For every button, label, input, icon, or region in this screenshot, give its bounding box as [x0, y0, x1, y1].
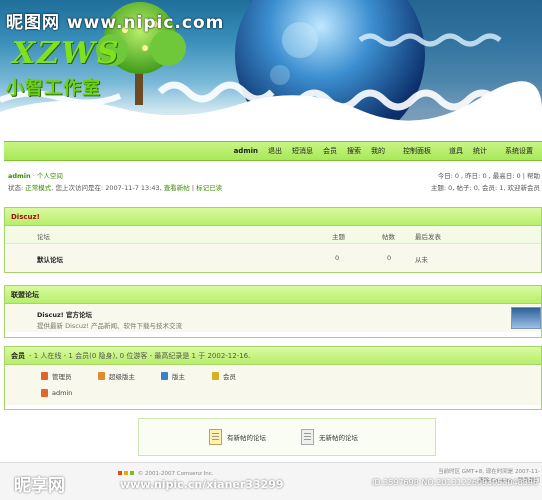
members-header: 会员 - 1 人在线 - 1 会员(0 隐身), 0 位游客 - 最高纪录是 1…: [5, 347, 541, 365]
legend-new-posts: 有新帖的论坛: [209, 429, 266, 445]
nav-messages[interactable]: 短消息: [287, 146, 318, 156]
league-item: Discuz! 官方论坛 提供最新 Discuz! 产品新闻、软件下载与技术交流: [5, 304, 541, 332]
members-list: 管理员 超级版主 版主 会员 admin: [5, 365, 541, 405]
nav-system-settings[interactable]: 系统设置: [500, 146, 538, 156]
nav-tools[interactable]: 道具: [444, 146, 468, 156]
category-title[interactable]: Discuz!: [5, 208, 541, 226]
group-admin: 管理员: [41, 371, 72, 381]
nav-search[interactable]: 搜索: [342, 146, 366, 156]
forum-post-count: 0: [387, 254, 392, 262]
nav-user[interactable]: admin: [229, 147, 263, 155]
personal-space-link[interactable]: · 个人空间: [33, 172, 63, 180]
site-logo-en: XZWS: [12, 36, 121, 71]
col-forum: 论坛: [37, 233, 50, 241]
col-posts: 帖数: [382, 233, 395, 241]
group-super-moderator: 超级版主: [98, 371, 135, 381]
online-user-name[interactable]: admin: [52, 389, 72, 397]
status-label: 状态:: [8, 184, 24, 192]
members-title: 会员: [11, 351, 25, 360]
view-new-posts-link[interactable]: 查看新帖: [164, 184, 190, 192]
legend-no-new-posts: 无新帖的论坛: [301, 429, 358, 445]
online-user-item[interactable]: admin: [41, 389, 72, 397]
col-last-post: 最后发表: [415, 233, 441, 241]
new-posts-folder-icon: [209, 429, 222, 445]
group-moderator: 版主: [161, 371, 185, 381]
admin-user-icon: [41, 389, 48, 397]
online-members-box: 会员 - 1 人在线 - 1 会员(0 隐身), 0 位游客 - 最高纪录是 1…: [4, 346, 542, 410]
copyright: © 2001-2007 Comsenz Inc.: [118, 471, 214, 477]
user-info-bar: admin · 个人空间 状态: 正常模式, 您上次访问是在: 2007-11-…: [8, 172, 540, 192]
watermark-id: ID:3597698 NO:20131226093053048396: [371, 478, 538, 487]
site-logo-cn: 小智工作室: [6, 78, 101, 99]
status-mode-link[interactable]: 正常模式,: [25, 184, 53, 192]
no-new-posts-folder-icon: [301, 429, 314, 445]
nav-control-panel[interactable]: 控制面板: [398, 146, 436, 156]
forum-stats: 主题: 0, 帖子: 0, 会员: 1, 欢迎新会员: [430, 184, 540, 192]
timezone-info: 当前时区 GMT+8, 现在时间是 2007-11-: [438, 469, 540, 475]
moderator-icon: [161, 372, 168, 380]
daily-stats: 今日: 0 , 昨日: 0 , 最高日: 0 | 帮助: [437, 172, 540, 180]
forum-name-link[interactable]: 默认论坛: [37, 254, 63, 264]
top-navbar: admin 退出 短消息 会员 搜索 我的 控制面板 道具 统计 系统设置: [4, 141, 542, 161]
mark-read-link[interactable]: 标记已读: [196, 184, 222, 192]
league-forum-desc: 提供最新 Discuz! 产品新闻、软件下载与技术交流: [37, 322, 183, 330]
discuz-logo-image[interactable]: [511, 307, 541, 329]
username-link[interactable]: admin: [8, 172, 31, 180]
header-banner: 昵图网 www.nipic.com XZWS 小智工作室: [0, 0, 542, 138]
forum-topic-count: 0: [335, 254, 340, 262]
watermark-bottom-url: www.nipic.cn/xianer33299: [120, 478, 284, 491]
forum-column-headers: 论坛 主题 帖数 最后发表: [5, 226, 541, 244]
member-icon: [212, 372, 219, 380]
admin-user-icon: [41, 372, 48, 380]
group-member: 会员: [212, 371, 236, 381]
super-moderator-icon: [98, 372, 105, 380]
nav-my[interactable]: 我的: [366, 146, 390, 156]
nav-stats[interactable]: 统计: [468, 146, 492, 156]
last-visit-text: 您上次访问是在: 2007-11-7 13:43,: [55, 184, 162, 192]
col-topics: 主题: [332, 233, 345, 241]
league-forums-box: 联盟论坛 Discuz! 官方论坛 提供最新 Discuz! 产品新闻、软件下载…: [4, 285, 542, 338]
league-forum-link[interactable]: Discuz! 官方论坛: [37, 309, 92, 319]
forum-row: 默认论坛 0 0 从未: [5, 244, 541, 272]
nav-members[interactable]: 会员: [318, 146, 342, 156]
forum-last-post: 从未: [415, 256, 428, 264]
forum-legend: 有新帖的论坛 无新帖的论坛: [138, 418, 436, 456]
league-title: 联盟论坛: [5, 286, 541, 304]
watermark-top: 昵图网 www.nipic.com: [6, 13, 225, 33]
nav-logout[interactable]: 退出: [263, 146, 287, 156]
forum-category-box: Discuz! 论坛 主题 帖数 最后发表 默认论坛 0 0 从未: [4, 207, 542, 273]
members-summary: - 1 人在线 - 1 会员(0 隐身), 0 位游客 - 最高纪录是 1 于 …: [29, 351, 251, 360]
watermark-bottom-brand: 昵享网: [14, 476, 65, 496]
